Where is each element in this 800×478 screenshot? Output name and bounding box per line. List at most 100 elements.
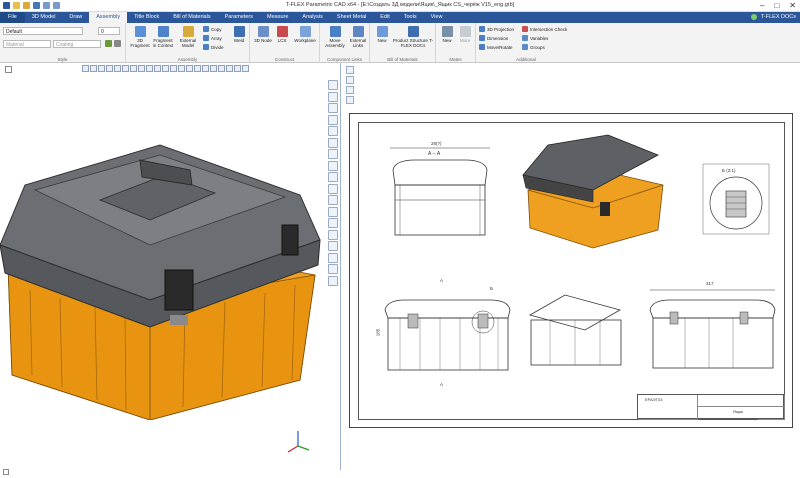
fragment-in-context-button[interactable]: Fragment in Context — [152, 26, 174, 48]
external-model-label: External Model — [179, 38, 197, 48]
view-tool-16-icon[interactable] — [202, 65, 209, 72]
tab-tools[interactable]: Tools — [397, 12, 424, 23]
view-tool-15-icon[interactable] — [194, 65, 201, 72]
view-tool-3-icon[interactable] — [98, 65, 105, 72]
side-tool-11-icon[interactable] — [328, 195, 338, 205]
status-icon — [3, 469, 9, 475]
drawing-tool-2-icon[interactable] — [346, 76, 354, 84]
side-tool-16-icon[interactable] — [328, 252, 338, 263]
mates-more-button[interactable]: More — [456, 26, 474, 43]
view-tool-2-icon[interactable] — [90, 65, 97, 72]
tab-parameters[interactable]: Parameters — [218, 12, 260, 23]
copy-button[interactable]: Copy — [203, 26, 222, 32]
intersection-icon — [522, 26, 528, 32]
drawing-tool-3-icon[interactable] — [346, 86, 354, 94]
layer-combo[interactable]: Default — [3, 27, 83, 35]
groups-button[interactable]: Groups — [522, 44, 545, 50]
side-tool-7-icon[interactable] — [328, 149, 338, 159]
layer-number-combo[interactable]: 0 — [98, 27, 120, 35]
window-menu-icon[interactable] — [5, 66, 12, 73]
view-tool-11-icon[interactable] — [162, 65, 169, 72]
array-icon — [203, 35, 209, 41]
lcs-button[interactable]: LCS — [274, 26, 290, 43]
dimension-button[interactable]: Dimension — [479, 35, 508, 41]
color-picker-icon[interactable] — [105, 40, 112, 47]
tab-view[interactable]: View — [424, 12, 450, 23]
side-tool-6-icon[interactable] — [328, 137, 338, 148]
properties-icon[interactable] — [114, 40, 121, 47]
side-tool-5-icon[interactable] — [328, 126, 338, 136]
side-tool-1-icon[interactable] — [328, 80, 338, 90]
side-tool-14-icon[interactable] — [328, 229, 338, 240]
view-tool-10-icon[interactable] — [154, 65, 161, 72]
view-tool-13-icon[interactable] — [178, 65, 185, 72]
weld-button[interactable]: Weld — [230, 26, 248, 43]
tab-measure[interactable]: Measure — [260, 12, 295, 23]
move-rotate-button[interactable]: Move/Rotate — [479, 44, 513, 50]
3d-node-button[interactable]: 3D Node — [254, 26, 272, 43]
view-tool-7-icon[interactable] — [130, 65, 137, 72]
view-tool-17-icon[interactable] — [210, 65, 217, 72]
minimize-button[interactable]: – — [760, 1, 764, 10]
maximize-button[interactable]: □ — [774, 1, 779, 10]
variables-button[interactable]: Variables — [522, 35, 548, 41]
view-tool-21-icon[interactable] — [242, 65, 249, 72]
product-structure-button[interactable]: Product Structure T-FLEX DOCs — [392, 26, 434, 48]
view-tool-4-icon[interactable] — [106, 65, 113, 72]
3d-projection-button[interactable]: 3D Projection — [479, 26, 514, 32]
bom-new-button[interactable]: New — [373, 26, 391, 43]
external-model-button[interactable]: External Model — [177, 26, 199, 48]
material-combo[interactable]: Material — [3, 40, 51, 48]
drawing-tool-1-icon[interactable] — [346, 66, 354, 74]
side-tool-9-icon[interactable] — [328, 172, 338, 182]
close-button[interactable]: ✕ — [789, 1, 796, 10]
view-tool-9-icon[interactable] — [146, 65, 153, 72]
side-tool-13-icon[interactable] — [328, 218, 338, 228]
view-tool-6-icon[interactable] — [122, 65, 129, 72]
side-tool-4-icon[interactable] — [328, 114, 338, 125]
front-view-drawing — [384, 299, 511, 371]
side-tool-2-icon[interactable] — [328, 91, 338, 102]
tab-sheet-metal[interactable]: Sheet Metal — [330, 12, 373, 23]
view-tool-20-icon[interactable] — [234, 65, 241, 72]
tab-draw[interactable]: Draw — [62, 12, 89, 23]
side-tool-8-icon[interactable] — [328, 160, 338, 171]
drawing-tool-4-icon[interactable] — [346, 96, 354, 104]
tab-edit[interactable]: Edit — [373, 12, 396, 23]
workplane-button[interactable]: Workplane — [292, 26, 318, 43]
tab-title-block[interactable]: Title Block — [127, 12, 166, 23]
tab-bill-of-materials[interactable]: Bill of Materials — [166, 12, 217, 23]
mates-new-button[interactable]: New — [438, 26, 456, 43]
move-assembly-button[interactable]: Move Assembly — [323, 26, 347, 48]
view-tool-14-icon[interactable] — [186, 65, 193, 72]
coating-combo[interactable]: Coating — [53, 40, 101, 48]
view-tool-1-icon[interactable] — [82, 65, 89, 72]
title-block-designation: Ящик — [733, 409, 744, 414]
docs-indicator[interactable]: T-FLEX DOCs — [750, 14, 796, 20]
tab-3d-model[interactable]: 3D Model — [25, 12, 63, 23]
view-tool-5-icon[interactable] — [114, 65, 121, 72]
3d-projection-label: 3D Projection — [487, 26, 515, 32]
side-tool-18-icon[interactable] — [328, 275, 338, 286]
tab-assembly[interactable]: Assembly — [89, 12, 128, 23]
tab-file[interactable]: File — [0, 12, 25, 23]
divide-button[interactable]: Divide — [203, 44, 224, 50]
view-tool-8-icon[interactable] — [138, 65, 145, 72]
array-button[interactable]: Array — [203, 35, 222, 41]
side-tool-3-icon[interactable] — [328, 103, 338, 113]
side-tool-12-icon[interactable] — [328, 206, 338, 217]
3d-case-model[interactable] — [0, 75, 330, 420]
view-tool-18-icon[interactable] — [218, 65, 225, 72]
view-tool-19-icon[interactable] — [226, 65, 233, 72]
external-links-button[interactable]: External Links — [348, 26, 368, 48]
side-tool-10-icon[interactable] — [328, 183, 338, 194]
section-marker-bottom: А — [440, 382, 444, 387]
side-tool-17-icon[interactable] — [328, 264, 338, 274]
tab-analysis[interactable]: Analysis — [295, 12, 329, 23]
side-tool-15-icon[interactable] — [328, 241, 338, 251]
view-tool-12-icon[interactable] — [170, 65, 177, 72]
3d-fragment-button[interactable]: 3D Fragment — [130, 26, 150, 48]
title-block: ЕРАЭТ03 Ящик — [637, 394, 785, 420]
divide-label: Divide — [211, 44, 224, 50]
intersection-check-button[interactable]: Intersection Check — [522, 26, 567, 32]
